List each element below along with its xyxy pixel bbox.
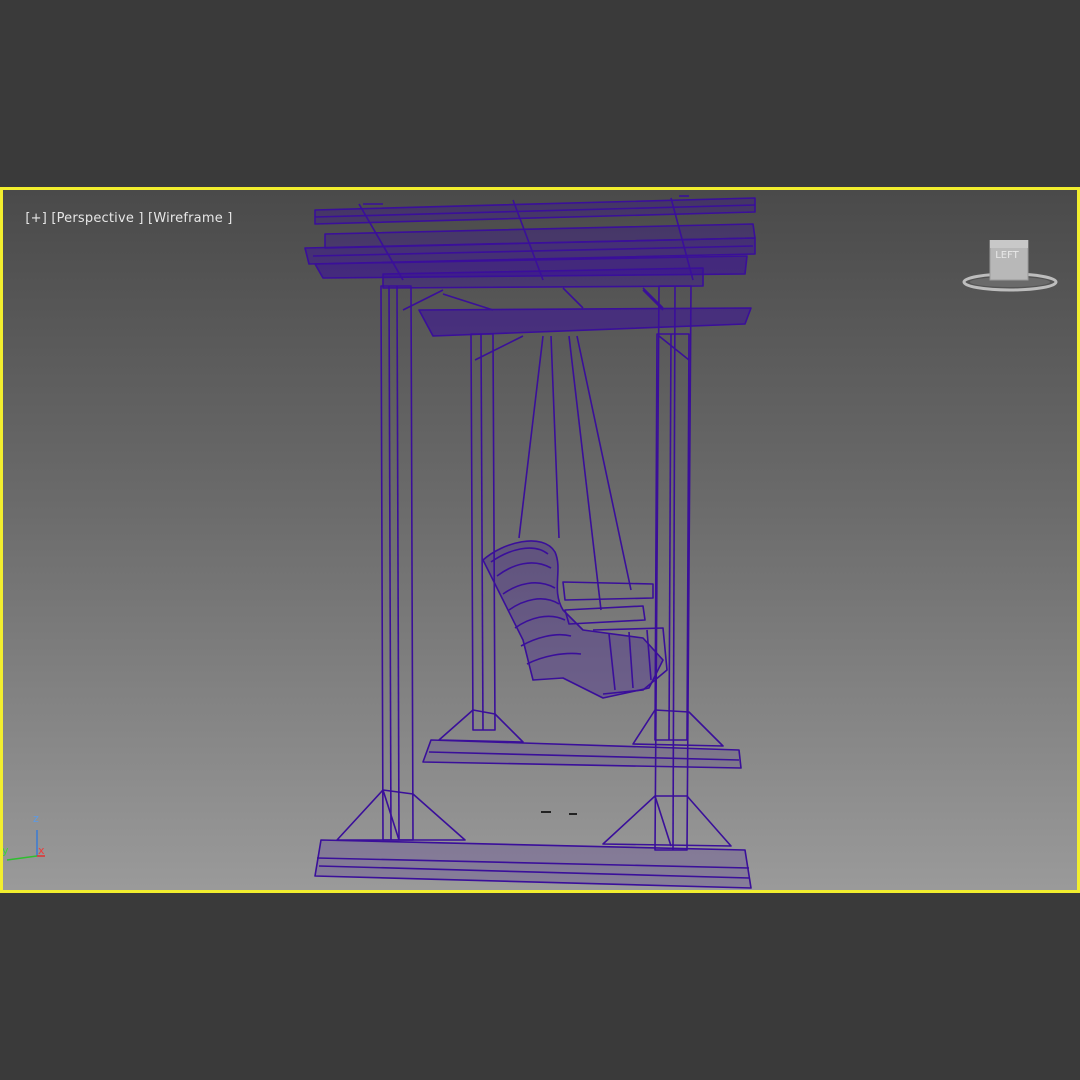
front-base-platform <box>314 789 752 889</box>
swing-wireframe-model[interactable] <box>3 190 1077 890</box>
back-base-platform <box>422 709 742 769</box>
axis-x-label: x <box>38 844 45 857</box>
swing-chair <box>482 540 668 699</box>
front-cross-beam <box>418 287 752 337</box>
axis-y-label: y <box>2 844 9 857</box>
axis-z-label: z <box>33 812 39 825</box>
axis-gizmo: z y x <box>3 810 63 870</box>
pergola-top-beams <box>304 195 756 289</box>
viewcube-icon[interactable] <box>958 240 1062 298</box>
viewcube-face-label[interactable]: LEFT <box>985 250 1029 261</box>
perspective-viewport[interactable]: [+] [Perspective ] [Wireframe ] LEFT z y… <box>0 187 1080 893</box>
